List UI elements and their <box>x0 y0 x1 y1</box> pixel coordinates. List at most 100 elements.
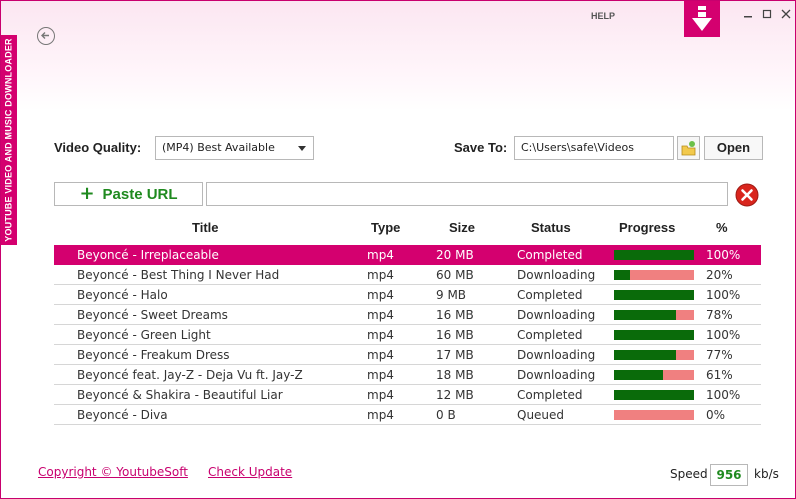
row-percent: 20% <box>706 268 733 282</box>
header-title[interactable]: Title <box>192 220 219 235</box>
row-title: Beyoncé & Shakira - Beautiful Liar <box>77 388 283 402</box>
row-title: Beyoncé - Freakum Dress <box>77 348 230 362</box>
speed-label: Speed <box>670 467 708 481</box>
side-title: YOUTUBE VIDEO AND MUSIC DOWNLOADER <box>4 38 14 242</box>
row-title: Beyoncé feat. Jay-Z - Deja Vu ft. Jay-Z <box>77 368 303 382</box>
table-row[interactable]: Beyoncé - Sweet Dreams mp4 16 MB Downloa… <box>54 305 761 325</box>
folder-icon <box>681 141 696 156</box>
paste-url-button[interactable]: + Paste URL <box>54 182 203 206</box>
row-size: 60 MB <box>436 268 474 282</box>
clear-url-button[interactable] <box>735 183 759 207</box>
row-size: 18 MB <box>436 368 474 382</box>
row-type: mp4 <box>367 388 394 402</box>
row-status: Completed <box>517 288 583 302</box>
download-arrow-icon <box>684 1 720 37</box>
row-progress-bar <box>614 330 694 340</box>
row-title: Beyoncé - Irreplaceable <box>77 248 219 262</box>
open-button[interactable]: Open <box>704 136 763 160</box>
minimize-icon[interactable] <box>741 9 755 23</box>
table-row[interactable]: Beyoncé - Best Thing I Never Had mp4 60 … <box>54 265 761 285</box>
row-percent: 0% <box>706 408 726 422</box>
row-progress-bar <box>614 390 694 400</box>
row-size: 16 MB <box>436 308 474 322</box>
header-status[interactable]: Status <box>531 220 571 235</box>
save-to-label: Save To: <box>454 140 508 155</box>
header-percent[interactable]: % <box>716 220 728 235</box>
table-row[interactable]: Beyoncé feat. Jay-Z - Deja Vu ft. Jay-Z … <box>54 365 761 385</box>
video-quality-select[interactable]: (MP4) Best Available <box>155 136 314 160</box>
row-status: Completed <box>517 388 583 402</box>
speed-unit: kb/s <box>754 467 779 481</box>
row-size: 17 MB <box>436 348 474 362</box>
row-title: Beyoncé - Green Light <box>77 328 211 342</box>
speed-value: 956 <box>710 464 748 486</box>
row-progress-bar <box>614 250 694 260</box>
row-status: Completed <box>517 248 583 262</box>
video-quality-label: Video Quality: <box>54 140 142 155</box>
back-arrow-icon[interactable] <box>37 27 55 45</box>
chevron-down-icon <box>298 146 306 151</box>
header-type[interactable]: Type <box>371 220 400 235</box>
row-percent: 100% <box>706 328 741 342</box>
row-progress-bar <box>614 270 694 280</box>
save-to-path-field[interactable]: C:\Users\safe\Videos <box>514 136 674 160</box>
row-title: Beyoncé - Best Thing I Never Had <box>77 268 280 282</box>
table-header: Title Type Size Status Progress % <box>54 220 761 240</box>
row-type: mp4 <box>367 248 394 262</box>
row-size: 20 MB <box>436 248 474 262</box>
row-progress-bar <box>614 370 694 380</box>
table-row[interactable]: Beyoncé - Freakum Dress mp4 17 MB Downlo… <box>54 345 761 365</box>
table-row[interactable]: Beyoncé - Green Light mp4 16 MB Complete… <box>54 325 761 345</box>
row-progress-bar <box>614 350 694 360</box>
header-size[interactable]: Size <box>449 220 475 235</box>
clear-icon <box>735 183 759 207</box>
table-row[interactable]: Beyoncé - Halo mp4 9 MB Completed 100% <box>54 285 761 305</box>
row-status: Downloading <box>517 268 596 282</box>
row-progress-bar <box>614 410 694 420</box>
url-input[interactable] <box>206 182 728 206</box>
row-percent: 77% <box>706 348 733 362</box>
side-title-strip: YOUTUBE VIDEO AND MUSIC DOWNLOADER <box>1 35 17 245</box>
maximize-icon[interactable] <box>760 9 774 23</box>
row-size: 16 MB <box>436 328 474 342</box>
row-status: Completed <box>517 328 583 342</box>
window-controls <box>741 9 793 23</box>
row-type: mp4 <box>367 328 394 342</box>
row-percent: 61% <box>706 368 733 382</box>
row-type: mp4 <box>367 408 394 422</box>
paste-url-label: Paste URL <box>102 185 178 203</box>
row-status: Queued <box>517 408 565 422</box>
copyright-link[interactable]: Copyright © YoutubeSoft <box>38 465 188 479</box>
table-row[interactable]: Beyoncé & Shakira - Beautiful Liar mp4 1… <box>54 385 761 405</box>
row-progress-bar <box>614 310 694 320</box>
help-link[interactable]: HELP <box>591 11 615 21</box>
row-size: 12 MB <box>436 388 474 402</box>
row-percent: 100% <box>706 248 741 262</box>
app-window: YOUTUBE VIDEO AND MUSIC DOWNLOADER HELP … <box>0 0 796 499</box>
row-title: Beyoncé - Halo <box>77 288 168 302</box>
check-update-link[interactable]: Check Update <box>208 465 292 479</box>
row-title: Beyoncé - Sweet Dreams <box>77 308 228 322</box>
download-list: Beyoncé - Irreplaceable mp4 20 MB Comple… <box>54 245 761 425</box>
row-type: mp4 <box>367 308 394 322</box>
row-type: mp4 <box>367 348 394 362</box>
row-type: mp4 <box>367 288 394 302</box>
row-size: 9 MB <box>436 288 467 302</box>
row-type: mp4 <box>367 368 394 382</box>
table-row[interactable]: Beyoncé - Diva mp4 0 B Queued 0% <box>54 405 761 425</box>
video-quality-value: (MP4) Best Available <box>162 141 275 154</box>
row-status: Downloading <box>517 308 596 322</box>
browse-folder-button[interactable] <box>677 136 700 160</box>
close-icon[interactable] <box>779 9 793 23</box>
header-progress[interactable]: Progress <box>619 220 675 235</box>
row-percent: 100% <box>706 388 741 402</box>
plus-icon: + <box>79 183 95 204</box>
row-title: Beyoncé - Diva <box>77 408 168 422</box>
row-status: Downloading <box>517 368 596 382</box>
row-percent: 100% <box>706 288 741 302</box>
row-type: mp4 <box>367 268 394 282</box>
row-status: Downloading <box>517 348 596 362</box>
table-row[interactable]: Beyoncé - Irreplaceable mp4 20 MB Comple… <box>54 245 761 265</box>
row-progress-bar <box>614 290 694 300</box>
row-size: 0 B <box>436 408 456 422</box>
